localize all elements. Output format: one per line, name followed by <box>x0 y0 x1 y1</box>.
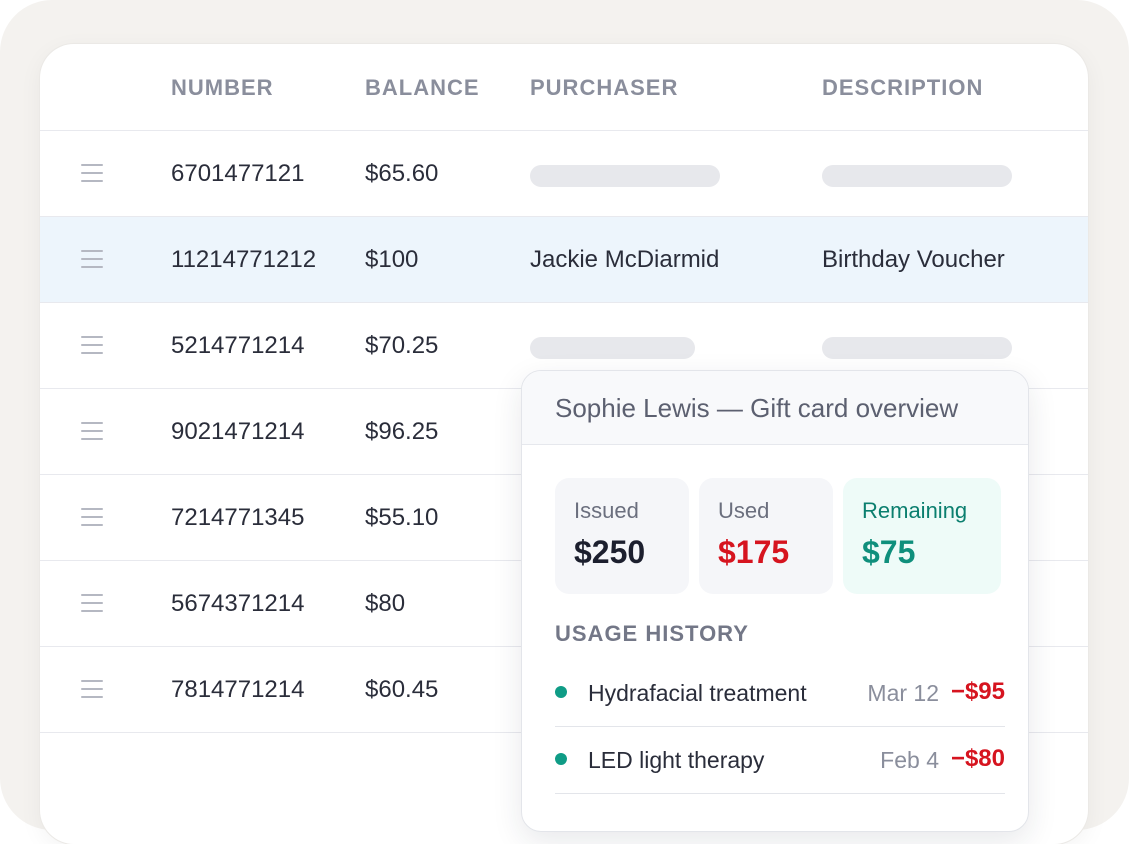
cell-balance: $60.45 <box>365 676 439 703</box>
cell-number: 5674371214 <box>171 590 305 617</box>
cell-purchaser: Jackie McDiarmid <box>530 246 720 273</box>
popover-header: Sophie Lewis — Gift card overview <box>522 371 1028 445</box>
header-purchaser[interactable]: PURCHASER <box>530 75 678 101</box>
history-item-date: Feb 4 <box>880 747 939 773</box>
description-placeholder <box>822 165 1012 187</box>
status-dot-icon <box>555 753 567 765</box>
history-item[interactable]: LED light therapy Feb 4 −$80 <box>555 727 1005 794</box>
stat-remaining-value: $75 <box>862 534 916 570</box>
cell-balance: $100 <box>365 246 419 273</box>
stat-used: Used $175 <box>699 478 833 594</box>
history-item-amount: −$95 <box>950 678 1005 705</box>
outer-frame: NUMBER BALANCE PURCHASER DESCRIPTION 670… <box>0 0 1129 844</box>
header-description[interactable]: DESCRIPTION <box>822 75 983 101</box>
popover-title: Sophie Lewis — Gift card overview <box>555 393 959 423</box>
cell-number: 7814771214 <box>171 676 305 703</box>
history-item-date: Mar 12 <box>867 680 939 706</box>
drag-handle-icon[interactable] <box>81 336 103 354</box>
cell-number: 6701477121 <box>171 160 305 187</box>
cell-balance: $55.10 <box>365 504 439 531</box>
purchaser-placeholder <box>530 337 695 359</box>
drag-handle-icon[interactable] <box>81 594 103 612</box>
history-item[interactable]: Hydrafacial treatment Mar 12 −$95 <box>555 660 1005 727</box>
cell-balance: $80 <box>365 590 406 617</box>
stat-remaining-label: Remaining <box>862 498 968 523</box>
history-item-name: LED light therapy <box>588 747 765 773</box>
cell-number: 7214771345 <box>171 504 305 531</box>
stat-issued: Issued $250 <box>555 478 689 594</box>
table-header: NUMBER BALANCE PURCHASER DESCRIPTION <box>40 44 1088 131</box>
drag-handle-icon[interactable] <box>81 422 103 440</box>
stat-used-label: Used <box>718 498 770 523</box>
stat-remaining: Remaining $75 <box>843 478 1001 594</box>
cell-description: Birthday Voucher <box>822 246 1005 273</box>
cell-number: 9021471214 <box>171 418 305 445</box>
gift-card-overview-popover[interactable]: Sophie Lewis — Gift card overview Issued… <box>521 370 1029 832</box>
status-dot-icon <box>555 686 567 698</box>
cell-number: 5214771214 <box>171 332 305 359</box>
table-row-selected[interactable]: 11214771212 $100 Jackie McDiarmid Birthd… <box>40 217 1088 303</box>
table-row[interactable]: 6701477121 $65.60 <box>40 131 1088 217</box>
header-number[interactable]: NUMBER <box>171 75 274 101</box>
stat-used-value: $175 <box>718 534 790 570</box>
cell-balance: $65.60 <box>365 160 439 187</box>
usage-history-label: USAGE HISTORY <box>555 621 749 646</box>
drag-handle-icon[interactable] <box>81 250 103 268</box>
drag-handle-icon[interactable] <box>81 508 103 526</box>
drag-handle-icon[interactable] <box>81 680 103 698</box>
cell-number: 11214771212 <box>171 246 317 273</box>
stat-issued-value: $250 <box>574 534 646 570</box>
history-item-amount: −$80 <box>950 745 1005 772</box>
drag-handle-icon[interactable] <box>81 164 103 182</box>
history-item-name: Hydrafacial treatment <box>588 680 807 706</box>
stat-issued-label: Issued <box>574 498 639 523</box>
description-placeholder <box>822 337 1012 359</box>
purchaser-placeholder <box>530 165 720 187</box>
cell-balance: $70.25 <box>365 332 439 359</box>
header-balance[interactable]: BALANCE <box>365 75 480 101</box>
cell-balance: $96.25 <box>365 418 439 445</box>
